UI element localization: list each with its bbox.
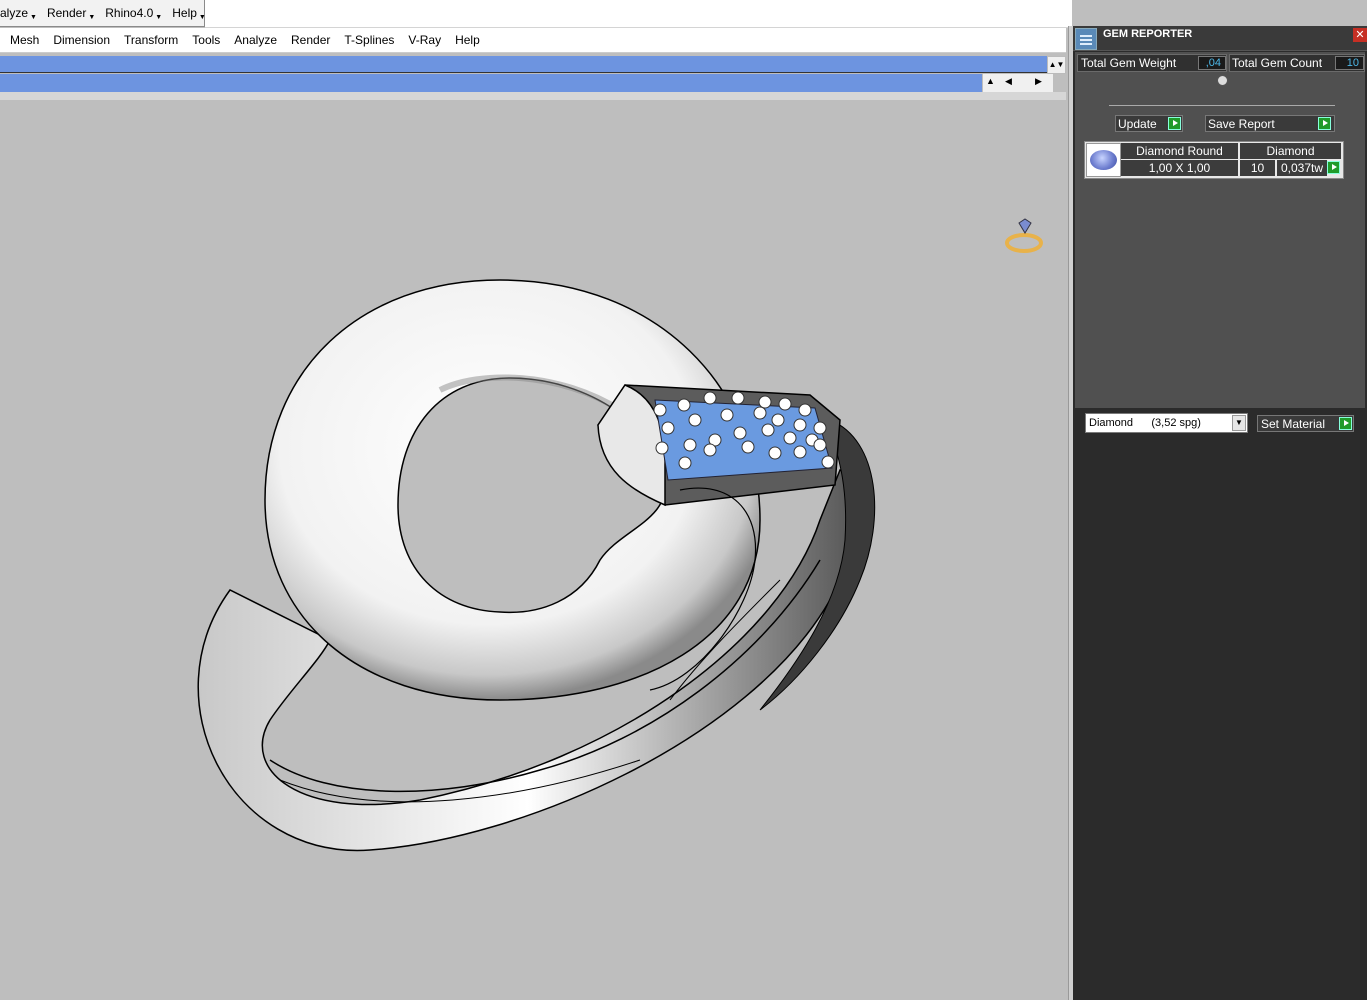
3d-viewport[interactable] <box>0 100 1068 1000</box>
top-toolbar-area <box>205 0 1072 28</box>
dropdown-arrow-icon: ▼ <box>30 13 37 21</box>
command-line-bar[interactable] <box>0 74 982 92</box>
chevron-down-icon: ▼ <box>1232 415 1246 431</box>
gem-row-arrow-icon[interactable] <box>1327 161 1340 174</box>
top-menu-item-render[interactable]: Render ▼ <box>41 6 99 21</box>
scroll-spinner-icon[interactable]: ▲▼ <box>1047 56 1066 74</box>
save-report-button[interactable]: Save Report <box>1205 115 1335 132</box>
total-gem-weight-value: ,04 <box>1198 56 1226 70</box>
set-material-button[interactable]: Set Material <box>1257 415 1354 432</box>
gem-count-cell: 10 <box>1240 160 1275 176</box>
diamond-round-icon <box>1090 150 1117 170</box>
menu-mesh[interactable]: Mesh <box>0 33 46 47</box>
gem-table: Diamond Round Diamond 1,00 X 1,00 10 0,0… <box>1084 141 1344 179</box>
gem-thumbnail[interactable] <box>1086 143 1121 177</box>
total-gem-count-value: 10 <box>1335 56 1364 70</box>
command-history-bar[interactable]: ▲▼ <box>0 56 1066 74</box>
gem-weight-cell: 0,037tw <box>1277 160 1327 176</box>
dropdown-arrow-icon: ▼ <box>155 13 163 21</box>
panel-titlebar: GEM REPORTER ✕ <box>1073 26 1367 51</box>
main-menubar: Mesh Dimension Transform Tools Analyze R… <box>0 28 1066 53</box>
save-report-arrow-icon <box>1318 117 1331 130</box>
menu-transform[interactable]: Transform <box>117 33 185 47</box>
toolbar-gap <box>0 92 1066 100</box>
weight-slider-track[interactable] <box>1109 105 1335 106</box>
gem-size-cell: 1,00 X 1,00 <box>1121 160 1238 176</box>
menu-help[interactable]: Help <box>448 33 487 47</box>
set-material-arrow-icon <box>1339 417 1352 430</box>
total-gem-weight-label: Total Gem Weight <box>1081 56 1177 70</box>
update-arrow-icon <box>1168 117 1181 130</box>
total-gem-count-box: Total Gem Count 10 <box>1229 54 1365 72</box>
command-line-controls: ▲ ◀ ▶ <box>983 74 1053 92</box>
ring-model <box>197 279 876 852</box>
top-menu-item-help[interactable]: Help ▼ <box>166 6 210 21</box>
gem-material-header: Diamond <box>1240 143 1341 159</box>
update-button[interactable]: Update <box>1115 115 1183 132</box>
scroll-right-icon[interactable]: ▶ <box>1035 76 1042 87</box>
spinner-icon[interactable]: ▲ <box>986 76 995 86</box>
dropdown-arrow-icon: ▼ <box>88 13 96 21</box>
top-menu-item-analyze[interactable]: alyze ▼ <box>0 6 41 21</box>
total-gem-count-label: Total Gem Count <box>1232 56 1323 70</box>
menu-dimension[interactable]: Dimension <box>46 33 117 47</box>
menu-analyze[interactable]: Analyze <box>227 33 284 47</box>
top-menu-item-rhino[interactable]: Rhino4.0 ▼ <box>99 6 166 21</box>
top-menu: alyze ▼ Render ▼ Rhino4.0 ▼ Help ▼ <box>0 0 206 27</box>
weight-slider-knob[interactable] <box>1217 75 1228 86</box>
panel-title: GEM REPORTER <box>1103 28 1193 40</box>
close-icon[interactable]: ✕ <box>1353 28 1367 42</box>
gem-reporter-panel: GEM REPORTER ✕ Total Gem Weight ,04 Tota… <box>1073 26 1367 1000</box>
material-select[interactable]: Diamond (3,52 spg) ▼ <box>1085 413 1248 433</box>
gem-shape-header: Diamond Round <box>1121 143 1238 159</box>
view-navigator-icon[interactable] <box>1003 217 1045 257</box>
menu-render[interactable]: Render <box>284 33 337 47</box>
total-gem-weight-box: Total Gem Weight ,04 <box>1077 54 1227 72</box>
menu-tsplines[interactable]: T-Splines <box>337 33 401 47</box>
menu-vray[interactable]: V-Ray <box>401 33 448 47</box>
panel-content: Total Gem Weight ,04 Total Gem Count 10 … <box>1075 52 1365 408</box>
scroll-left-icon[interactable]: ◀ <box>1005 76 1012 87</box>
gem-reporter-logo-icon <box>1075 28 1097 50</box>
menu-tools[interactable]: Tools <box>185 33 227 47</box>
